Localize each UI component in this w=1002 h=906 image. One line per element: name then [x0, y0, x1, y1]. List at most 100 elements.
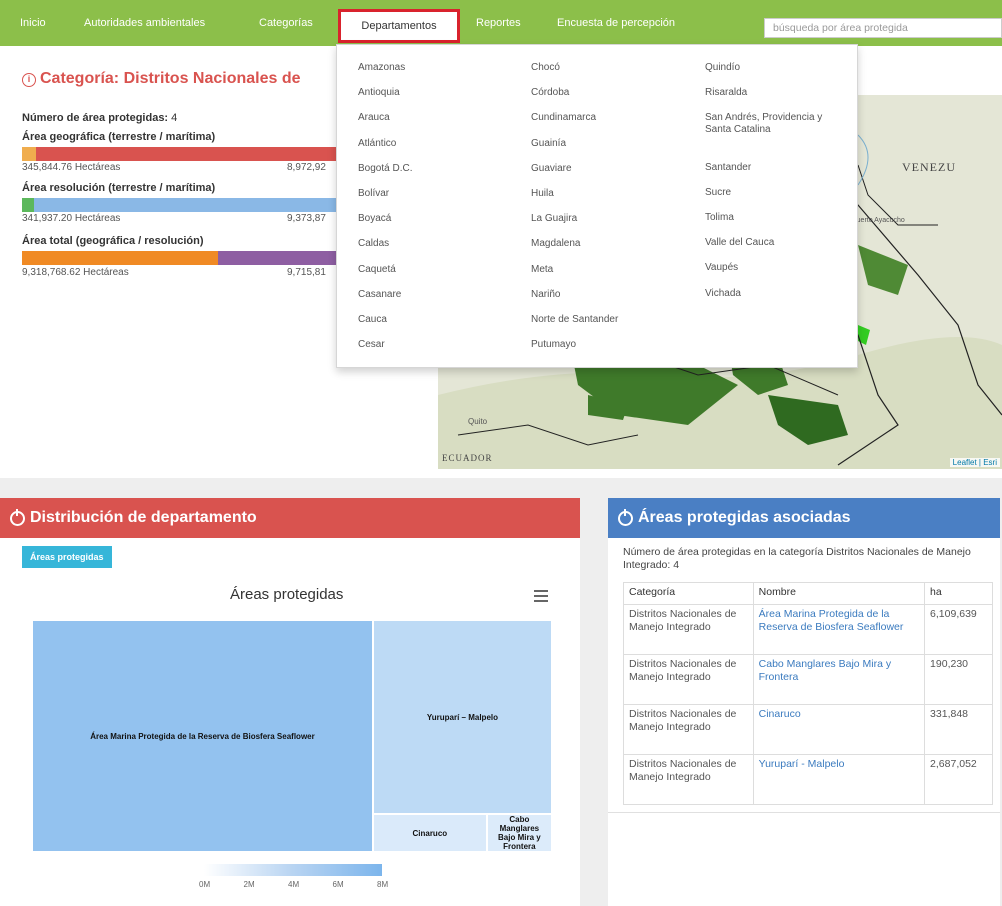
cell-nombre-link[interactable]: Área Marina Protegida de la Reserva de B… — [752, 604, 926, 655]
map-label-ecuador: ECUADOR — [442, 453, 493, 463]
dropdown-item-departamento[interactable]: Cesar — [358, 339, 385, 351]
dropdown-item-departamento[interactable]: Córdoba — [531, 87, 569, 99]
dropdown-item-departamento[interactable]: Meta — [531, 264, 553, 276]
cell-ha: 6,109,639 — [924, 604, 993, 655]
top-navbar: Inicio Autoridades ambientales Categoría… — [0, 0, 1002, 46]
cell-ha: 2,687,052 — [924, 754, 993, 805]
color-legend-bar — [204, 864, 382, 876]
bar-value-right: 9,715,81 — [287, 267, 326, 278]
area-count-value: 4 — [171, 112, 178, 124]
nav-autoridades-ambientales[interactable]: Autoridades ambientales — [84, 17, 205, 29]
nav-departamentos[interactable]: Departamentos — [338, 9, 460, 43]
nav-encuesta[interactable]: Encuesta de percepción — [557, 17, 675, 29]
map-label-venezuela: VENEZU — [902, 160, 956, 174]
cell-nombre-link[interactable]: Cinaruco — [752, 704, 926, 755]
distribution-panel-title: Distribución de departamento — [30, 509, 257, 526]
dropdown-item-departamento[interactable]: Santander — [705, 162, 751, 174]
area-count: Número de área protegidas: 4 — [22, 112, 177, 124]
cell-nombre-link[interactable]: Yuruparí - Malpelo — [752, 754, 926, 805]
treemap-cell-label: Cabo Manglares Bajo Mira y Frontera — [498, 815, 541, 852]
treemap-cell-label: Yuruparí – Malpelo — [426, 712, 499, 722]
column-gutter — [580, 498, 608, 906]
dropdown-item-departamento[interactable]: San Andrés, Providencia y Santa Catalina — [705, 112, 835, 136]
dropdown-item-departamento[interactable]: Norte de Santander — [531, 314, 618, 326]
treemap-cell[interactable]: Área Marina Protegida de la Reserva de B… — [32, 620, 373, 852]
dropdown-item-departamento[interactable]: Caquetá — [358, 264, 396, 276]
cell-categoria: Distritos Nacionales de Manejo Integrado — [623, 654, 754, 705]
nav-categorias[interactable]: Categorías — [259, 17, 313, 29]
dropdown-item-departamento[interactable]: Amazonas — [358, 62, 405, 74]
power-icon — [10, 508, 25, 526]
cell-ha: 331,848 — [924, 704, 993, 755]
dropdown-item-departamento[interactable]: Guainía — [531, 138, 566, 150]
treemap-cell[interactable]: Cinaruco — [372, 814, 487, 852]
bar-label-resolucion: Área resolución (terrestre / marítima) — [22, 182, 216, 194]
dropdown-item-departamento[interactable]: Risaralda — [705, 87, 747, 99]
distribution-panel-header: Distribución de departamento — [0, 498, 580, 538]
column-header-nombre[interactable]: Nombre — [752, 582, 926, 605]
dropdown-item-departamento[interactable]: Arauca — [358, 112, 390, 124]
nav-reportes[interactable]: Reportes — [476, 17, 521, 29]
bar-value-left: 345,844.76 Hectáreas — [22, 162, 121, 173]
departamentos-dropdown-menu: Amazonas Antioquia Arauca Atlántico Bogotá D… — [336, 44, 858, 368]
dropdown-item-departamento[interactable]: Vaupés — [705, 262, 738, 274]
dropdown-item-departamento[interactable]: Boyacá — [358, 213, 391, 225]
dropdown-item-departamento[interactable]: Bogotá D.C. — [358, 163, 412, 175]
bar-segment-resolucion — [218, 251, 342, 265]
column-header-ha[interactable]: ha — [924, 582, 993, 605]
dropdown-item-departamento[interactable]: Nariño — [531, 289, 560, 301]
map-attribution[interactable]: Leaflet | Esri — [949, 458, 1000, 467]
dropdown-item-departamento[interactable]: Bolívar — [358, 188, 389, 200]
chart-menu-icon[interactable] — [534, 590, 548, 602]
bar-total — [22, 251, 342, 265]
bar-segment-terrestre — [22, 198, 34, 212]
map-label-puerto-ayacucho: Puerto Ayacucho — [852, 217, 905, 224]
treemap-cell[interactable]: Yuruparí – Malpelo — [372, 620, 552, 815]
dropdown-item-departamento[interactable]: Tolima — [705, 212, 734, 224]
bar-label-total: Área total (geográfica / resolución) — [22, 235, 204, 247]
dropdown-item-departamento[interactable]: Cauca — [358, 314, 387, 326]
nav-inicio[interactable]: Inicio — [20, 17, 46, 29]
dropdown-item-departamento[interactable]: La Guajira — [531, 213, 577, 225]
associated-areas-table: Categoría Nombre ha Distritos Nacionales… — [623, 582, 993, 805]
dropdown-item-departamento[interactable]: Caldas — [358, 238, 389, 250]
dropdown-item-departamento[interactable]: Chocó — [531, 62, 560, 74]
treemap-chart: Área Marina Protegida de la Reserva de B… — [32, 620, 552, 852]
associated-panel-header: Áreas protegidas asociadas — [608, 498, 1000, 538]
table-row: Distritos Nacionales de Manejo Integrado… — [623, 754, 993, 805]
tab-areas-protegidas[interactable]: Áreas protegidas — [22, 546, 112, 568]
area-count-label: Número de área protegidas: — [22, 112, 169, 124]
bar-value-left: 341,937.20 Hectáreas — [22, 213, 121, 224]
category-title: i Categoría: Distritos Nacionales de — [22, 70, 301, 88]
associated-panel-title: Áreas protegidas asociadas — [638, 509, 851, 526]
dropdown-item-departamento[interactable]: Valle del Cauca — [705, 237, 774, 249]
dropdown-item-departamento[interactable]: Guaviare — [531, 163, 572, 175]
dropdown-item-departamento[interactable]: Vichada — [705, 288, 741, 300]
power-icon — [618, 508, 633, 526]
dropdown-item-departamento[interactable]: Atlántico — [358, 138, 396, 150]
dropdown-item-departamento[interactable]: Sucre — [705, 187, 731, 199]
legend-tick-label: 2M — [243, 880, 255, 889]
panel-bottom-border — [608, 812, 1000, 813]
dropdown-item-departamento[interactable]: Casanare — [358, 289, 401, 301]
associated-description: Número de área protegidas en la categorí… — [623, 546, 971, 571]
dropdown-item-departamento[interactable]: Putumayo — [531, 339, 576, 351]
legend-tick-label: 8M — [377, 880, 389, 889]
cell-categoria: Distritos Nacionales de Manejo Integrado — [623, 604, 754, 655]
treemap-cell[interactable]: Cabo Manglares Bajo Mira y Frontera — [486, 814, 552, 852]
legend-tick-label: 4M — [288, 880, 300, 889]
bar-value-right: 9,373,87 — [287, 213, 326, 224]
bar-segment-geografica — [22, 251, 218, 265]
section-separator — [0, 478, 1002, 498]
treemap-cell-label: Cinaruco — [412, 828, 448, 838]
cell-nombre-link[interactable]: Cabo Manglares Bajo Mira y Frontera — [752, 654, 926, 705]
bar-resolucion — [22, 198, 342, 212]
dropdown-item-departamento[interactable]: Cundinamarca — [531, 112, 596, 124]
dropdown-item-departamento[interactable]: Huila — [531, 188, 554, 200]
dropdown-item-departamento[interactable]: Magdalena — [531, 238, 580, 250]
cell-ha: 190,230 — [924, 654, 993, 705]
column-header-categoria[interactable]: Categoría — [623, 582, 754, 605]
search-input[interactable] — [764, 18, 1002, 38]
dropdown-item-departamento[interactable]: Antioquia — [358, 87, 400, 99]
dropdown-item-departamento[interactable]: Quindío — [705, 62, 740, 74]
